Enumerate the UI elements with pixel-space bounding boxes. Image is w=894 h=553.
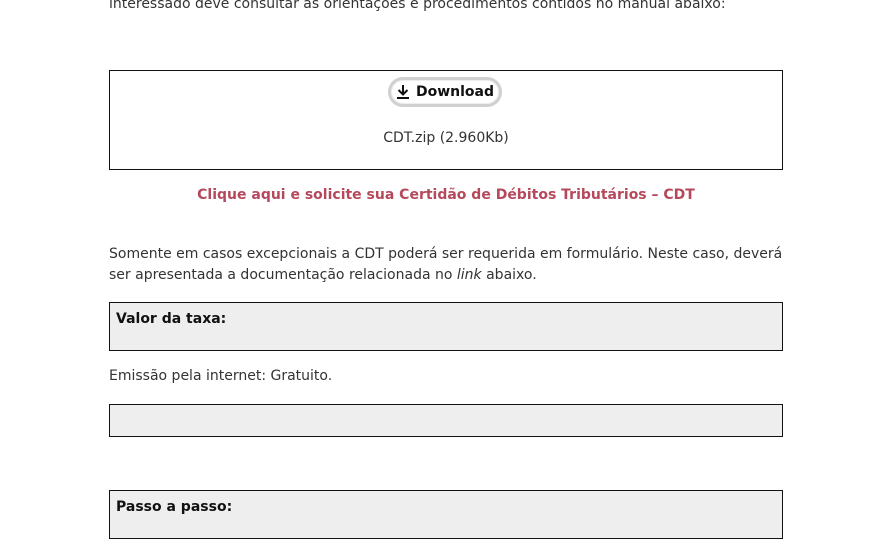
fee-value-text: Emissão pela internet: Gratuito. bbox=[109, 368, 333, 384]
paragraph-text-start: Somente em casos excepcionais a CDT pode… bbox=[109, 246, 783, 283]
empty-section-box bbox=[109, 404, 783, 437]
intro-text: interessado deve consultar as orientaçõe… bbox=[109, 0, 726, 12]
file-label: CDT.zip (2.960Kb) bbox=[383, 130, 509, 146]
download-arrow-icon bbox=[396, 84, 410, 100]
fee-section-box: Valor da taxa: bbox=[109, 302, 783, 351]
paragraph-text-end: abaixo. bbox=[481, 267, 537, 283]
exception-paragraph: Somente em casos excepcionais a CDT pode… bbox=[109, 244, 783, 286]
download-button[interactable]: Download bbox=[388, 77, 502, 107]
steps-section-box: Passo a passo: bbox=[109, 490, 783, 539]
steps-section-title: Passo a passo: bbox=[116, 499, 233, 515]
download-box: Download CDT.zip (2.960Kb) bbox=[109, 70, 783, 170]
paragraph-link-word: link bbox=[456, 267, 482, 283]
request-cdt-link[interactable]: Clique aqui e solicite sua Certidão de D… bbox=[109, 187, 783, 203]
fee-section-title: Valor da taxa: bbox=[116, 311, 227, 327]
download-button-label: Download bbox=[415, 84, 495, 100]
